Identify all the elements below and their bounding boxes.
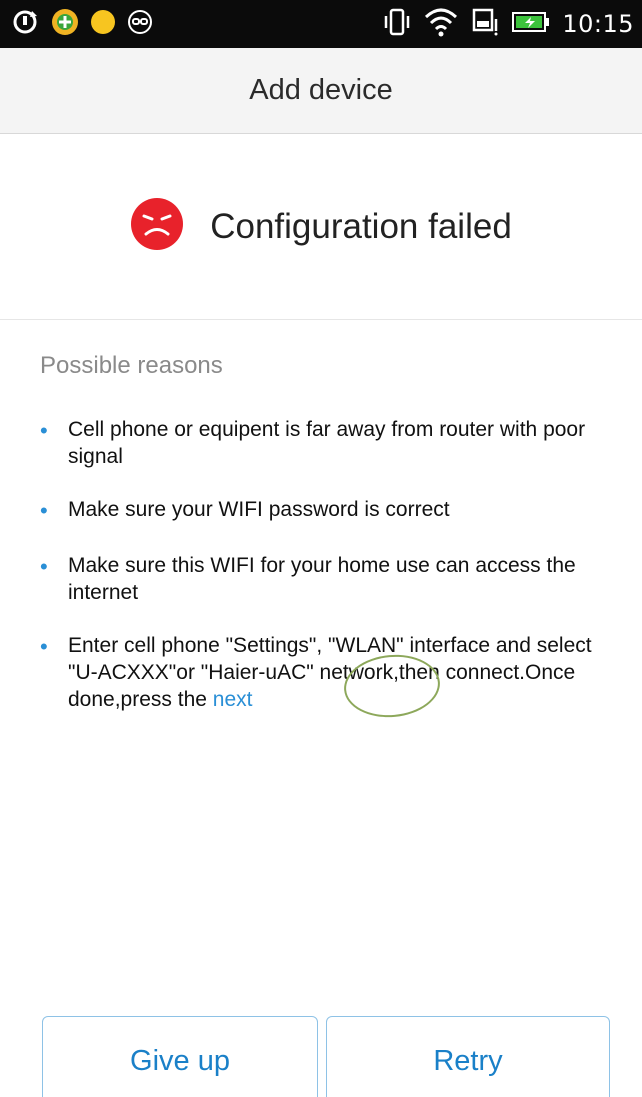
sync-icon: [10, 7, 40, 42]
list-item: • Make sure this WIFI for your home use …: [40, 552, 610, 606]
app-yellow-icon: [90, 9, 116, 40]
reason-text: Enter cell phone "Settings", "WLAN" inte…: [68, 634, 592, 711]
page-title: Add device: [249, 74, 393, 106]
reason-text: Cell phone or equipent is far away from …: [68, 418, 586, 468]
wifi-icon: [424, 7, 458, 42]
sim-icon: [470, 7, 500, 42]
bullet-icon: •: [40, 498, 48, 523]
goggles-icon: [126, 8, 154, 41]
retry-button[interactable]: Retry: [326, 1016, 610, 1097]
bullet-icon: •: [40, 634, 48, 659]
list-item: • Enter cell phone "Settings", "WLAN" in…: [40, 632, 610, 713]
result-banner: Configuration failed: [0, 134, 642, 320]
vibrate-icon: [382, 7, 412, 42]
status-bar-left: [10, 8, 154, 40]
battery-icon: [512, 10, 550, 39]
sad-face-icon: [130, 197, 184, 256]
reasons-list: • Cell phone or equipent is far away fro…: [40, 416, 610, 739]
bullet-icon: •: [40, 418, 48, 443]
list-item: • Cell phone or equipent is far away fro…: [40, 416, 610, 470]
reason-text-with-link: Enter cell phone "Settings", "WLAN" inte…: [68, 632, 610, 713]
app-header: Add device: [0, 48, 642, 134]
status-bar: 10:15: [0, 0, 642, 48]
reasons-heading: Possible reasons: [40, 352, 223, 379]
reason-text: Make sure this WIFI for your home use ca…: [68, 554, 576, 604]
status-bar-right: 10:15: [382, 8, 634, 40]
bullet-icon: •: [40, 554, 48, 579]
give-up-button[interactable]: Give up: [42, 1016, 318, 1097]
result-text: Configuration failed: [210, 206, 512, 246]
reason-text: Make sure your WIFI password is correct: [68, 498, 450, 521]
status-time: 10:15: [562, 10, 634, 38]
list-item: • Make sure your WIFI password is correc…: [40, 496, 610, 526]
app-green-icon: [50, 7, 80, 42]
next-link[interactable]: next: [213, 688, 253, 711]
